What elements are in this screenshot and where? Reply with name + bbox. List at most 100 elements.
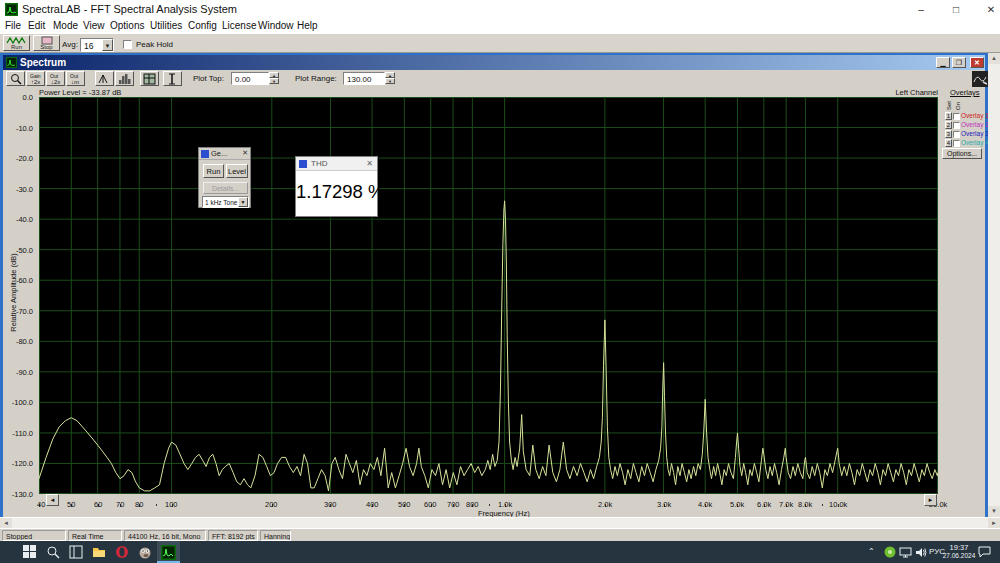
pan-left-button[interactable]: ◄ (46, 494, 59, 506)
generator-tool-icon[interactable] (972, 71, 989, 87)
overlay-store-button[interactable]: 2 (945, 121, 952, 129)
overlay-checkbox[interactable] (953, 131, 960, 138)
tray-expand-chevron-icon[interactable]: ⌃ (868, 547, 875, 556)
spectralab-application: SpectraLAB - FFT Spectral Analysis Syste… (0, 0, 1000, 563)
overlay-checkbox[interactable] (953, 122, 960, 129)
file-explorer-button[interactable] (88, 541, 111, 563)
generator-dialog-title-bar[interactable]: Ge... ✕ (199, 148, 250, 160)
thd-dialog-title-bar[interactable]: THD ✕ (296, 157, 377, 171)
avg-value: 16 (84, 41, 93, 51)
x-tick-label: 300 (324, 500, 337, 509)
y-axis-labels: 0.0-10.0-20.0-30.0-40.0-50.0-60.0-70.0-8… (0, 0, 36, 563)
avg-dropdown-arrow-icon[interactable]: ▼ (102, 39, 113, 51)
generator-signal-dropdown[interactable]: 1 kHz Tone ▼ (202, 196, 249, 208)
action-center-icon[interactable] (978, 546, 991, 558)
peak-hold-checkbox[interactable] (123, 40, 132, 49)
stop-button[interactable]: Stop (33, 35, 60, 51)
tray-volume-icon[interactable] (915, 547, 927, 558)
menu-license[interactable]: License (222, 20, 256, 31)
overlay-checkbox[interactable] (953, 140, 960, 147)
x-tick-label: 70 (116, 500, 124, 509)
spectralab-taskbar-button[interactable] (157, 541, 180, 563)
y-tick-label: -40.0 (0, 215, 36, 224)
plot-range-field[interactable]: 130.00 (343, 72, 385, 85)
overlay-row: 4Overlay 4 (944, 139, 992, 148)
avg-dropdown[interactable]: 16 ▼ (80, 38, 114, 52)
peak-hold-label: Peak Hold (136, 40, 173, 49)
tray-clock-time[interactable]: 19:37 (942, 543, 976, 552)
plot-top-field[interactable]: 0.00 (231, 72, 269, 85)
opera-button[interactable] (111, 541, 134, 563)
task-view-button[interactable] (65, 541, 88, 563)
avg-label: Avg: (62, 40, 78, 49)
spectrum-maximize-button[interactable]: ❐ (952, 57, 966, 68)
overlay-label: Overlay 1 (961, 112, 989, 119)
channel-label: Left Channel (880, 88, 938, 97)
generator-run-button[interactable]: Run (203, 164, 224, 178)
x-tick-label: 40 (37, 500, 45, 509)
tray-clock-date[interactable]: 27.06.2024 (942, 552, 976, 559)
scroll-down-icon[interactable]: ▼ (988, 506, 1000, 517)
gimp-button[interactable] (134, 541, 157, 563)
overlays-col-set: Set (946, 101, 952, 110)
y-tick-label: -80.0 (0, 337, 36, 346)
thd-dialog-close-icon[interactable]: ✕ (366, 159, 373, 168)
grid-settings-button[interactable] (140, 71, 159, 86)
x-tick-label: 6.0k (757, 500, 771, 509)
overlay-store-button[interactable]: 1 (945, 112, 952, 120)
menu-options[interactable]: Options (110, 20, 144, 31)
menu-window[interactable]: Window (258, 20, 294, 31)
peak-marker-button[interactable] (95, 71, 114, 86)
status-segment: Stopped (2, 530, 66, 541)
plot-top-spinner[interactable]: ▲▼ (269, 72, 279, 85)
scroll-up-icon[interactable]: ▲ (988, 53, 1000, 64)
start-button[interactable] (19, 541, 42, 563)
horizontal-scrollbar[interactable]: ◄ ► (0, 517, 1000, 528)
x-tick-label: 400 (366, 500, 379, 509)
generator-level-button[interactable]: Level (226, 164, 248, 178)
overlays-title: Overlays (950, 88, 980, 97)
minimize-button[interactable]: – (906, 0, 936, 19)
taskbar-search-button[interactable] (42, 541, 65, 563)
close-button[interactable]: ✕ (976, 0, 1000, 19)
menu-mode[interactable]: Mode (53, 20, 78, 31)
title-bar: SpectraLAB - FFT Spectral Analysis Syste… (0, 0, 1000, 19)
spectrum-close-button[interactable]: ✕ (970, 57, 984, 68)
overlays-col-on: On (955, 102, 961, 110)
window-title: SpectraLAB - FFT Spectral Analysis Syste… (22, 3, 237, 15)
cursor-tool-button[interactable] (163, 71, 182, 86)
generator-dialog-title: Ge... (211, 149, 227, 158)
overlay-checkbox[interactable] (953, 113, 960, 120)
x-tick-label: 10.0k (829, 500, 847, 509)
overlays-options-button[interactable]: Options... (942, 148, 982, 159)
thd-dialog-icon (299, 160, 307, 168)
spectrum-minimize-button[interactable]: ▁ (936, 57, 950, 68)
plot-range-spinner[interactable]: ▲▼ (385, 72, 395, 85)
menu-view[interactable]: View (83, 20, 105, 31)
overlay-store-button[interactable]: 4 (945, 139, 952, 147)
generator-dialog-close-icon[interactable]: ✕ (242, 149, 248, 157)
zoom-reset-button[interactable]: Out↓m (66, 71, 85, 86)
svg-text:↓m: ↓m (71, 79, 79, 85)
menu-utilities[interactable]: Utilities (150, 20, 182, 31)
maximize-button[interactable]: □ (941, 0, 971, 19)
pan-right-button[interactable]: ► (924, 494, 937, 506)
tray-antivirus-icon[interactable] (884, 546, 896, 558)
menu-config[interactable]: Config (188, 20, 217, 31)
zoom-out-2x-button[interactable]: Out↓2x (46, 71, 65, 86)
generator-dropdown-arrow-icon[interactable]: ▼ (238, 197, 248, 207)
generator-details-button[interactable]: Details... (203, 182, 248, 194)
tray-network-icon[interactable] (899, 547, 912, 558)
y-tick-label: -100.0 (0, 398, 36, 407)
x-tick-label: 1.0k (498, 500, 512, 509)
histogram-button[interactable] (115, 71, 134, 86)
vertical-scrollbar[interactable]: ▲ ▼ (988, 53, 1000, 517)
y-tick-label: 0.0 (0, 93, 36, 102)
menu-bar: FileEditModeViewOptionsUtilitiesConfigLi… (0, 19, 1000, 33)
y-tick-label: -50.0 (0, 246, 36, 255)
menu-help[interactable]: Help (297, 20, 318, 31)
y-tick-label: -20.0 (0, 154, 36, 163)
overlay-store-button[interactable]: 3 (945, 130, 952, 138)
spectrum-title-bar: Spectrum ▁ ❐ ✕ (3, 55, 985, 70)
spectrum-plot[interactable] (39, 97, 938, 494)
